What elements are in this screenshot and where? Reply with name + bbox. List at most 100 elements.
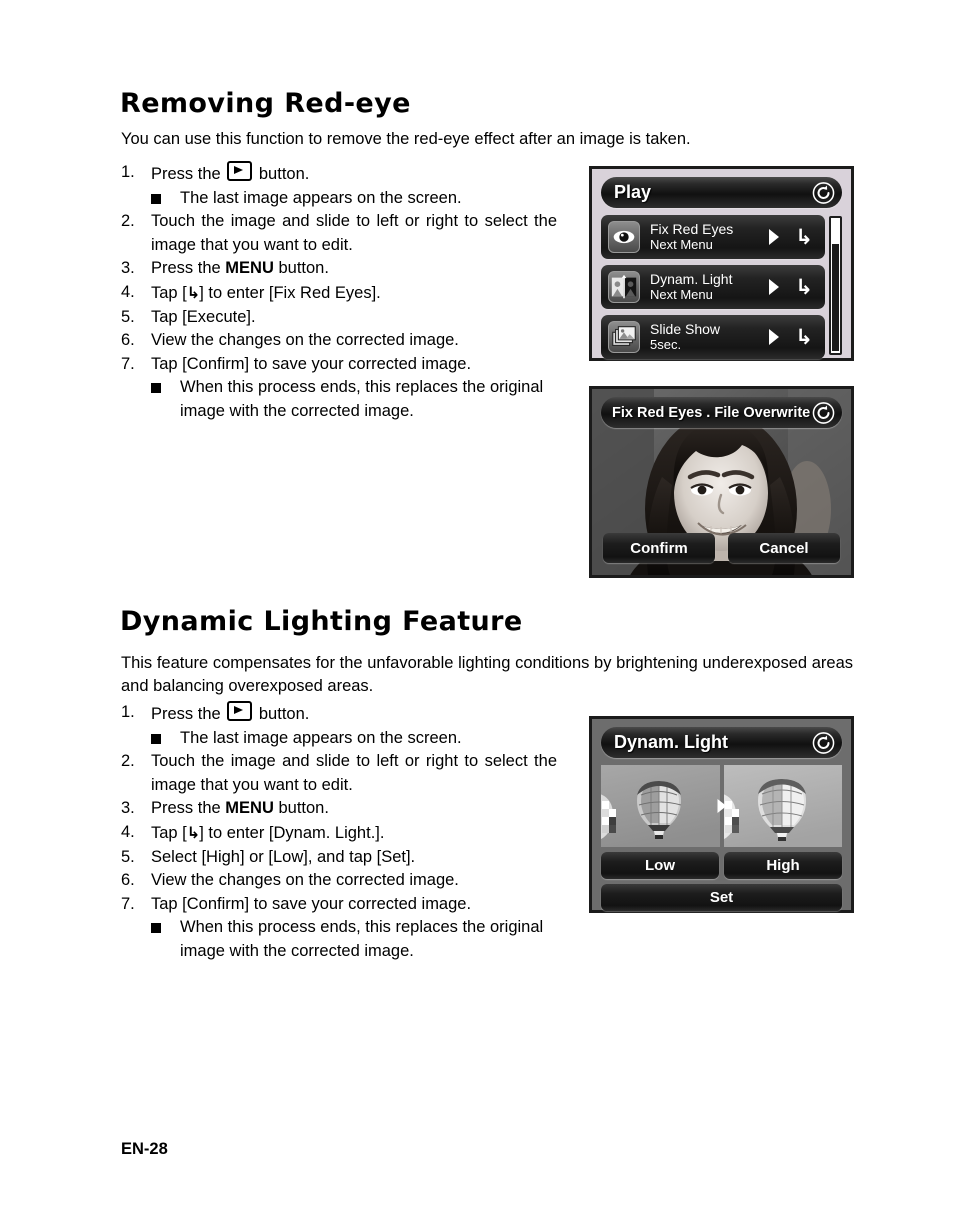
square-bullet-icon xyxy=(151,383,161,394)
red-eye-button-row: Confirm Cancel xyxy=(603,533,840,563)
square-bullet-icon xyxy=(151,193,161,204)
playback-icon xyxy=(227,701,253,721)
step-number: 6. xyxy=(121,331,135,350)
list-item: The last image appears on the screen. xyxy=(151,187,557,211)
intro-paragraph-red-eye: You can use this function to remove the … xyxy=(121,130,691,148)
page-title-removing-red-eye: Removing Red-eye xyxy=(120,88,411,119)
step-text: Tap [Confirm] to save your corrected ima… xyxy=(151,354,472,373)
camera-screen-play-menu: Play Fix Red Eyes Next Menu ↳ Dynam. Lig… xyxy=(589,166,854,361)
triangle-right-icon xyxy=(769,329,780,345)
triangle-right-icon xyxy=(717,799,726,813)
eye-icon xyxy=(608,221,640,253)
list-item: When this process ends, this replaces th… xyxy=(151,376,557,423)
dynam-light-previews xyxy=(601,765,842,847)
red-eye-title: Fix Red Eyes . File Overwrite xyxy=(612,404,811,421)
slideshow-icon xyxy=(608,321,640,353)
enter-arrow-icon: ↳ xyxy=(186,822,200,842)
step-number: 2. xyxy=(121,212,135,231)
step-text: Tap [Execute]. xyxy=(151,307,256,326)
steps-list-dynamic-lighting: 1. Press the button. The last image appe… xyxy=(121,701,557,964)
list-item: 6. View the changes on the corrected ima… xyxy=(121,329,557,353)
list-item: 6. View the changes on the corrected ima… xyxy=(121,869,557,893)
play-menu-title: Play xyxy=(614,182,652,202)
refresh-circular-arrow-icon[interactable] xyxy=(812,401,835,424)
step-text-pre: Tap [ xyxy=(151,283,187,302)
high-button[interactable]: High xyxy=(724,852,842,879)
set-button[interactable]: Set xyxy=(601,884,842,911)
camera-screen-dynam-light: Dynam. Light Low High Set xyxy=(589,716,854,913)
enter-arrow-icon[interactable]: ↳ xyxy=(795,276,813,298)
list-item: When this process ends, this replaces th… xyxy=(151,916,557,963)
step-text-pre: Press the xyxy=(151,705,226,723)
menu-row-slide-show[interactable]: Slide Show 5sec. ↳ xyxy=(601,315,825,359)
red-eye-titlebar: Fix Red Eyes . File Overwrite xyxy=(601,397,842,428)
sub-text: The last image appears on the screen. xyxy=(180,728,462,747)
enter-arrow-icon[interactable]: ↳ xyxy=(795,326,813,348)
dynamic-light-icon xyxy=(608,271,640,303)
menu-row-dynam-light[interactable]: Dynam. Light Next Menu ↳ xyxy=(601,265,825,309)
sub-text: The last image appears on the screen. xyxy=(180,188,462,207)
triangle-right-icon xyxy=(769,279,780,295)
sub-list: When this process ends, this replaces th… xyxy=(151,916,557,963)
step-text: Touch the image and slide to left or rig… xyxy=(151,212,557,254)
menu-keyword: MENU xyxy=(225,799,274,818)
refresh-circular-arrow-icon[interactable] xyxy=(812,181,835,204)
step-text: Select [High] or [Low], and tap [Set]. xyxy=(151,847,416,866)
balloon-photo-before[interactable] xyxy=(601,765,720,847)
step-number: 5. xyxy=(121,307,135,326)
confirm-button[interactable]: Confirm xyxy=(603,533,715,563)
step-number: 1. xyxy=(121,703,135,721)
dynam-light-set-row: Set xyxy=(601,884,842,911)
step-number: 6. xyxy=(121,871,135,890)
menu-row-label: Fix Red Eyes xyxy=(650,221,734,237)
step-text: Press the MENU button. xyxy=(151,797,557,821)
vertical-scrollbar[interactable] xyxy=(829,216,842,355)
list-item: 3. Press the MENU button. xyxy=(121,797,557,821)
step-number: 7. xyxy=(121,354,135,373)
step-text: Press the MENU button. xyxy=(151,257,557,281)
cancel-button[interactable]: Cancel xyxy=(728,533,840,563)
sub-list: The last image appears on the screen. xyxy=(151,727,557,751)
step-text-pre: Press the xyxy=(151,259,226,278)
step-number: 4. xyxy=(121,282,135,301)
step-text-post: ] to enter [Dynam. Light.]. xyxy=(199,823,385,842)
dynam-light-titlebar: Dynam. Light xyxy=(601,727,842,758)
list-item: 4. Tap [↳] to enter [Dynam. Light.]. xyxy=(121,821,557,846)
steps-list-red-eye: 1. Press the button. The last image appe… xyxy=(121,161,557,424)
step-text: Tap [Confirm] to save your corrected ima… xyxy=(151,894,472,913)
menu-row-labels: Slide Show 5sec. xyxy=(650,321,769,353)
step-text: View the changes on the corrected image. xyxy=(151,871,459,890)
list-item: 5. Select [High] or [Low], and tap [Set]… xyxy=(121,846,557,870)
step-text-post: button. xyxy=(273,799,329,818)
menu-row-fix-red-eyes[interactable]: Fix Red Eyes Next Menu ↳ xyxy=(601,215,825,259)
triangle-right-icon xyxy=(769,229,780,245)
list-item: 1. Press the button. The last image appe… xyxy=(121,161,557,210)
square-bullet-icon xyxy=(151,923,161,934)
sub-text: When this process ends, this replaces th… xyxy=(180,918,544,960)
step-text: Touch the image and slide to left or rig… xyxy=(151,752,557,794)
low-button[interactable]: Low xyxy=(601,852,719,879)
sub-text: When this process ends, this replaces th… xyxy=(180,378,544,420)
step-text-post: button. xyxy=(254,165,310,183)
scrollbar-thumb[interactable] xyxy=(832,244,839,351)
step-text-pre: Press the xyxy=(151,165,226,183)
enter-arrow-icon: ↳ xyxy=(186,282,200,302)
dynam-light-title: Dynam. Light xyxy=(614,732,729,752)
step-text: Tap [↳] to enter [Fix Red Eyes]. xyxy=(151,281,557,306)
list-item: 1. Press the button. The last image appe… xyxy=(121,701,557,750)
balloon-photo-after[interactable] xyxy=(723,765,842,847)
enter-arrow-icon[interactable]: ↳ xyxy=(795,226,813,248)
refresh-circular-arrow-icon[interactable] xyxy=(812,731,835,754)
menu-row-label: Dynam. Light xyxy=(650,271,733,287)
step-text: Press the button. xyxy=(151,701,557,727)
step-text-pre: Press the xyxy=(151,799,226,818)
list-item: 7. Tap [Confirm] to save your corrected … xyxy=(121,893,557,964)
menu-row-value: 5sec. xyxy=(650,337,682,352)
list-item: 4. Tap [↳] to enter [Fix Red Eyes]. xyxy=(121,281,557,306)
list-item: 3. Press the MENU button. xyxy=(121,257,557,281)
list-item: 2. Touch the image and slide to left or … xyxy=(121,750,557,797)
list-item: The last image appears on the screen. xyxy=(151,727,557,751)
intro-paragraph-dynamic-lighting: This feature compensates for the unfavor… xyxy=(121,654,853,695)
camera-screen-red-eye-overwrite: Fix Red Eyes . File Overwrite Confirm Ca… xyxy=(589,386,854,578)
step-text-pre: Tap [ xyxy=(151,823,187,842)
